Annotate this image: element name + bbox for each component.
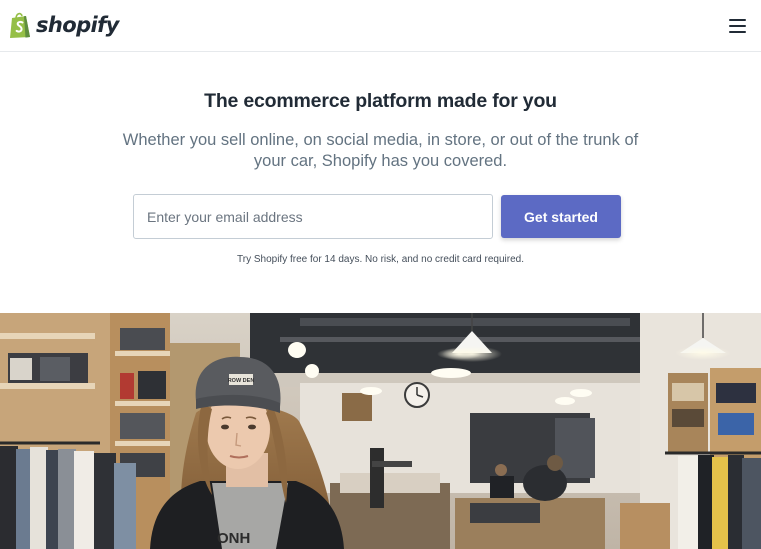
beanie-patch-text: ROW DEN: [228, 378, 255, 384]
store-photo: ROW DEN ONH: [0, 313, 761, 549]
menu-bar: [729, 25, 746, 27]
site-header: shopify: [0, 0, 761, 52]
email-input[interactable]: [133, 194, 493, 239]
hero-subheadline: Whether you sell online, on social media…: [122, 131, 639, 170]
shopify-bag-icon: [10, 12, 30, 38]
hero-section: The ecommerce platform made for you Whet…: [0, 53, 761, 313]
menu-bar: [729, 19, 746, 21]
hero-headline: The ecommerce platform made for you: [204, 90, 557, 112]
trial-note: Try Shopify free for 14 days. No risk, a…: [237, 254, 524, 265]
store-interior-image: ROW DEN ONH: [0, 313, 761, 549]
brand-wordmark: shopify: [36, 13, 119, 37]
shirt-print-text: ONH: [217, 530, 250, 547]
get-started-button[interactable]: Get started: [501, 195, 621, 238]
shopify-logo[interactable]: shopify: [8, 10, 119, 40]
hamburger-menu-icon[interactable]: [727, 16, 747, 34]
menu-bar: [729, 31, 746, 33]
